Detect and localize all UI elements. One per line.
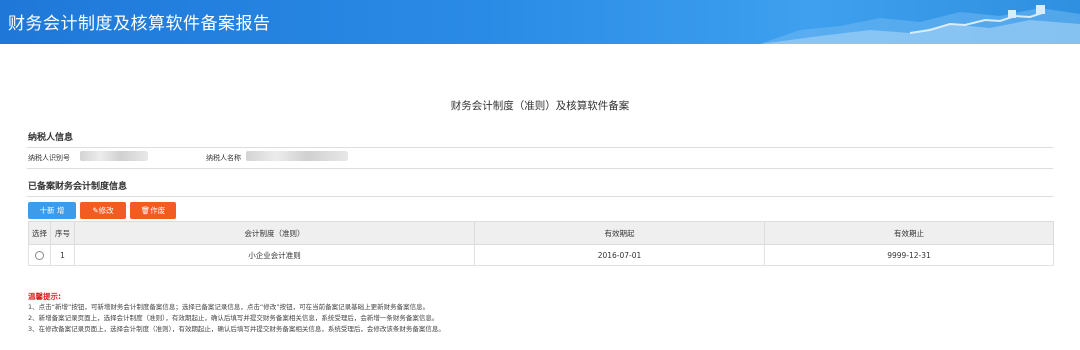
taxpayer-name-value-masked <box>246 151 348 161</box>
tip-line: 1、点击“新增”按钮，可新增财务会计制度备案信息；选择已备案记录信息，点击“修改… <box>28 303 430 311</box>
edit-button[interactable]: ✎修改 <box>80 202 126 219</box>
page-title: 财务会计制度（准则）及核算软件备案 <box>450 100 630 112</box>
divider <box>27 196 1053 197</box>
records-section-title: 已备案财务会计制度信息 <box>28 182 128 192</box>
row-end-date: 9999-12-31 <box>764 244 1054 266</box>
tip-line: 2、新增备案记录页面上，选择会计制度（准则），有效期起止，确认后填写并提交财务备… <box>28 314 439 322</box>
header-banner: 财务会计制度及核算软件备案报告 <box>0 0 1080 44</box>
column-header-standard: 会计制度（准则） <box>74 221 475 245</box>
taxpayer-section-title: 纳税人信息 <box>28 133 74 143</box>
column-header-start-date: 有效期起 <box>474 221 765 245</box>
void-button[interactable]: 🗑作废 <box>130 202 176 219</box>
column-header-end-date: 有效期止 <box>764 221 1054 245</box>
table-header-row: 选择 序号 会计制度（准则） 有效期起 有效期止 <box>28 221 1054 245</box>
row-select-radio[interactable] <box>35 250 44 260</box>
divider <box>27 168 1053 169</box>
row-select-cell <box>28 244 51 266</box>
void-button-label: 作废 <box>150 206 166 215</box>
app-title: 财务会计制度及核算软件备案报告 <box>8 14 271 34</box>
taxpayer-name-label: 纳税人名称 <box>206 154 241 162</box>
add-button[interactable]: 十新 增 <box>28 202 76 219</box>
row-start-date: 2016-07-01 <box>474 244 765 266</box>
tip-line: 3、在修改备案记录页面上，选择会计制度（准则），有效期起止，确认后填写并提交财务… <box>28 325 445 333</box>
great-wall-banner-art <box>760 5 1080 44</box>
column-header-index: 序号 <box>50 221 75 245</box>
taxpayer-id-label: 纳税人识别号 <box>28 154 70 162</box>
table-row[interactable]: 1 小企业会计准则 2016-07-01 9999-12-31 <box>28 244 1054 266</box>
edit-button-label: 修改 <box>98 206 114 215</box>
taxpayer-id-value-masked <box>80 151 148 161</box>
records-table: 选择 序号 会计制度（准则） 有效期起 有效期止 1 小企业会计准则 2016-… <box>28 221 1054 266</box>
row-standard: 小企业会计准则 <box>74 244 475 266</box>
trash-icon: 🗑 <box>140 206 151 215</box>
row-index: 1 <box>50 244 75 266</box>
divider <box>27 147 1053 148</box>
column-header-select: 选择 <box>28 221 51 245</box>
